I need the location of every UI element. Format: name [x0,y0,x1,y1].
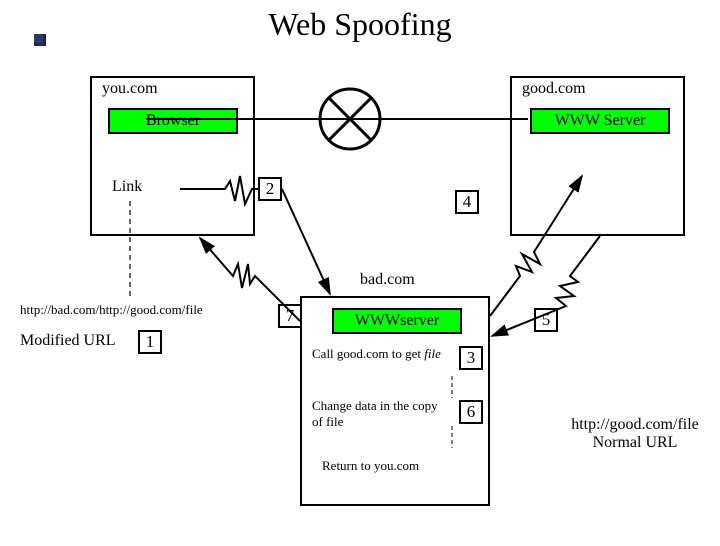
step-2: 2 [258,177,282,201]
step-call-file: file [424,346,441,361]
modified-url-text: http://bad.com/http://good.com/file [20,302,203,318]
step-return-text: Return to you.com [322,458,419,474]
step-4: 4 [455,190,479,214]
wwwserver-box-bad: WWWserver [332,308,462,334]
youcom-box: you.com Browser Link [90,76,255,236]
step-6: 6 [459,400,483,424]
page-title: Web Spoofing [0,6,720,43]
link-label: Link [112,178,142,196]
step-1: 1 [138,330,162,354]
browser-box: Browser [108,108,238,134]
youcom-label: you.com [102,80,158,98]
step-7: 7 [278,304,302,328]
step-3: 3 [459,346,483,370]
goodcom-label: good.com [522,80,586,98]
badcom-label: bad.com [360,271,415,289]
step-5: 5 [534,308,558,332]
step-call-text: Call good.com to get file [312,346,447,362]
modified-url-label: Modified URL [20,332,116,350]
goodcom-box: good.com WWW Server [510,76,685,236]
normal-url: http://good.com/file Normal URL [560,416,710,452]
bullet-decor [34,34,46,46]
normal-url-line2: Normal URL [560,434,710,452]
step-change-text: Change data in the copy of file [312,398,447,430]
normal-url-line1: http://good.com/file [560,416,710,434]
wwwserver-box-right: WWW Server [530,108,670,134]
step-call-prefix: Call good.com to get [312,346,424,361]
